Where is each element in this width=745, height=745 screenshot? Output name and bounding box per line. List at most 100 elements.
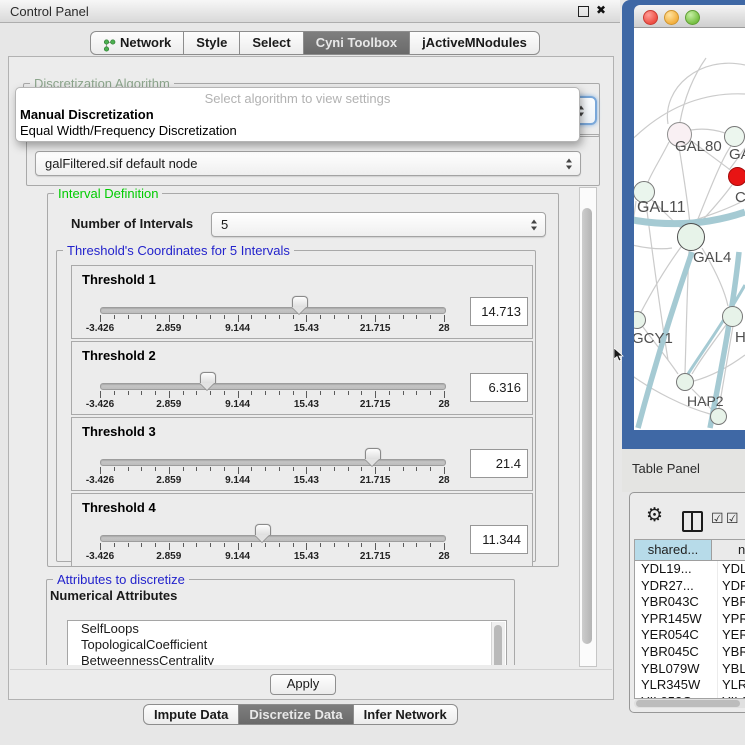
checkbox-icon[interactable]: ☑	[711, 510, 724, 527]
threshold-slider-thumb[interactable]	[292, 296, 308, 307]
attribute-item-label: BetweennessCentrality	[81, 653, 214, 665]
gear-icon[interactable]: ⚙	[646, 504, 663, 527]
bottom-tab[interactable]: Infer Network	[353, 704, 458, 725]
tick-mark	[114, 315, 115, 319]
top-tab[interactable]: Network	[90, 31, 184, 55]
number-of-intervals-combo[interactable]: 5	[211, 212, 546, 237]
dropdown-option[interactable]: Manual Discretization	[19, 107, 576, 123]
float-window-icon[interactable]	[578, 6, 589, 17]
top-tab[interactable]: Select	[239, 31, 303, 55]
cell-shared-name[interactable]: YPR145W	[635, 611, 718, 628]
scrollbar-thumb[interactable]	[636, 700, 740, 707]
tick-mark	[361, 315, 362, 319]
tick-mark	[141, 315, 142, 319]
threshold-slider-thumb[interactable]	[200, 372, 216, 383]
bottom-tab[interactable]: Impute Data	[143, 704, 239, 725]
threshold-value-field[interactable]: 6.316	[470, 373, 528, 402]
cell-shared-name[interactable]: YDL19...	[635, 561, 718, 578]
cell-name[interactable]: YIL0	[718, 694, 745, 698]
threshold-slider-thumb[interactable]	[365, 448, 381, 459]
mouse-cursor	[614, 348, 624, 367]
threshold-label: Threshold 4	[82, 500, 156, 515]
tick-mark	[224, 315, 225, 319]
threshold-slider-thumb[interactable]	[255, 524, 271, 535]
top-tab[interactable]: Cyni Toolbox	[303, 31, 410, 55]
threshold-value-field[interactable]: 11.344	[470, 525, 528, 554]
attribute-item[interactable]: TopologicalCoefficient	[68, 637, 506, 653]
table-row[interactable]: YER054C YER0	[635, 627, 745, 644]
table-row[interactable]: YIL052C YIL0	[635, 694, 745, 698]
table-horizontal-scrollbar[interactable]	[634, 699, 745, 708]
network-node[interactable]	[722, 306, 743, 327]
network-node[interactable]	[724, 126, 745, 147]
cell-shared-name[interactable]: YIL052C	[635, 694, 718, 698]
network-node[interactable]	[710, 408, 727, 425]
tick-mark	[196, 315, 197, 319]
table-row[interactable]: YDR27... YDR2	[635, 578, 745, 595]
tick-mark	[155, 315, 156, 319]
tick-mark	[114, 543, 115, 547]
network-canvas[interactable]: GAL80GACGAL11GAL4GCY1HHAP2	[634, 28, 745, 430]
threshold-slider-track[interactable]	[100, 383, 446, 390]
threshold-slider-track[interactable]	[100, 307, 446, 314]
attribute-item[interactable]: SelfLoops	[68, 621, 506, 637]
cell-shared-name[interactable]: YBL079W	[635, 661, 718, 678]
close-window-icon[interactable]: ✖	[596, 3, 606, 17]
scrollbar-thumb[interactable]	[494, 625, 502, 665]
threshold-value-field[interactable]: 21.4	[470, 449, 528, 478]
cell-name[interactable]: YLR3	[718, 677, 745, 694]
table-row[interactable]: YPR145W YPR1	[635, 611, 745, 628]
threshold-value-field[interactable]: 14.713	[470, 297, 528, 326]
table-row[interactable]: YBR045C YBR0	[635, 644, 745, 661]
apply-button[interactable]: Apply	[270, 674, 336, 695]
table-row[interactable]: YLR345W YLR3	[635, 677, 745, 694]
tick-mark	[238, 315, 239, 322]
column-header-shared-name[interactable]: shared...	[635, 540, 712, 560]
tick-mark	[306, 543, 307, 550]
top-tab[interactable]: jActiveMNodules	[409, 31, 540, 55]
tick-mark	[320, 391, 321, 395]
thresholds-group: Threshold's Coordinates for 5 Intervals …	[56, 250, 536, 562]
slider-tick-labels: -3.4262.8599.14415.4321.71528	[100, 551, 444, 563]
column-header-name[interactable]: na	[712, 540, 745, 560]
close-traffic-light[interactable]	[643, 10, 658, 25]
table-row[interactable]: YDL19... YDL1	[635, 561, 745, 578]
top-tab[interactable]: Style	[183, 31, 240, 55]
table-data-combo[interactable]: galFiltered.sif default node	[35, 151, 581, 176]
number-of-intervals-value: 5	[212, 213, 545, 236]
numerical-attributes-label: Numerical Attributes	[50, 588, 177, 603]
cell-shared-name[interactable]: YBR043C	[635, 594, 718, 611]
cell-shared-name[interactable]: YLR345W	[635, 677, 718, 694]
network-node[interactable]	[677, 223, 705, 251]
checkbox-icon[interactable]: ☑	[726, 510, 739, 527]
cell-name[interactable]: YBR0	[718, 594, 745, 611]
network-node[interactable]	[728, 167, 745, 186]
cell-shared-name[interactable]: YBR045C	[635, 644, 718, 661]
tick-label: -3.426	[86, 399, 114, 410]
zoom-traffic-light[interactable]	[685, 10, 700, 25]
table-row[interactable]: YBL079W YBL0	[635, 661, 745, 678]
bottom-tab[interactable]: Discretize Data	[238, 704, 353, 725]
attributes-scrollbar[interactable]	[491, 622, 505, 665]
cell-name[interactable]: YDR2	[718, 578, 745, 595]
cell-name[interactable]: YPR1	[718, 611, 745, 628]
tick-mark	[169, 467, 170, 474]
cell-name[interactable]: YER0	[718, 627, 745, 644]
settings-scrollbar[interactable]	[579, 187, 597, 667]
scrollbar-thumb[interactable]	[582, 208, 592, 644]
dropdown-option[interactable]: Equal Width/Frequency Discretization	[19, 123, 576, 139]
network-node[interactable]	[676, 373, 694, 391]
cell-shared-name[interactable]: YER054C	[635, 627, 718, 644]
cell-name[interactable]: YBL0	[718, 661, 745, 678]
numerical-attributes-list[interactable]: SelfLoopsTopologicalCoefficientBetweenne…	[67, 620, 507, 665]
cell-name[interactable]: YDL1	[718, 561, 745, 578]
minimize-traffic-light[interactable]	[664, 10, 679, 25]
cell-name[interactable]: YBR0	[718, 644, 745, 661]
attribute-item[interactable]: BetweennessCentrality	[68, 653, 506, 665]
table-row[interactable]: YBR043C YBR0	[635, 594, 745, 611]
split-columns-icon[interactable]	[682, 511, 703, 532]
tick-mark	[224, 543, 225, 547]
threshold-slider-track[interactable]	[100, 535, 446, 542]
threshold-slider-track[interactable]	[100, 459, 446, 466]
cell-shared-name[interactable]: YDR27...	[635, 578, 718, 595]
